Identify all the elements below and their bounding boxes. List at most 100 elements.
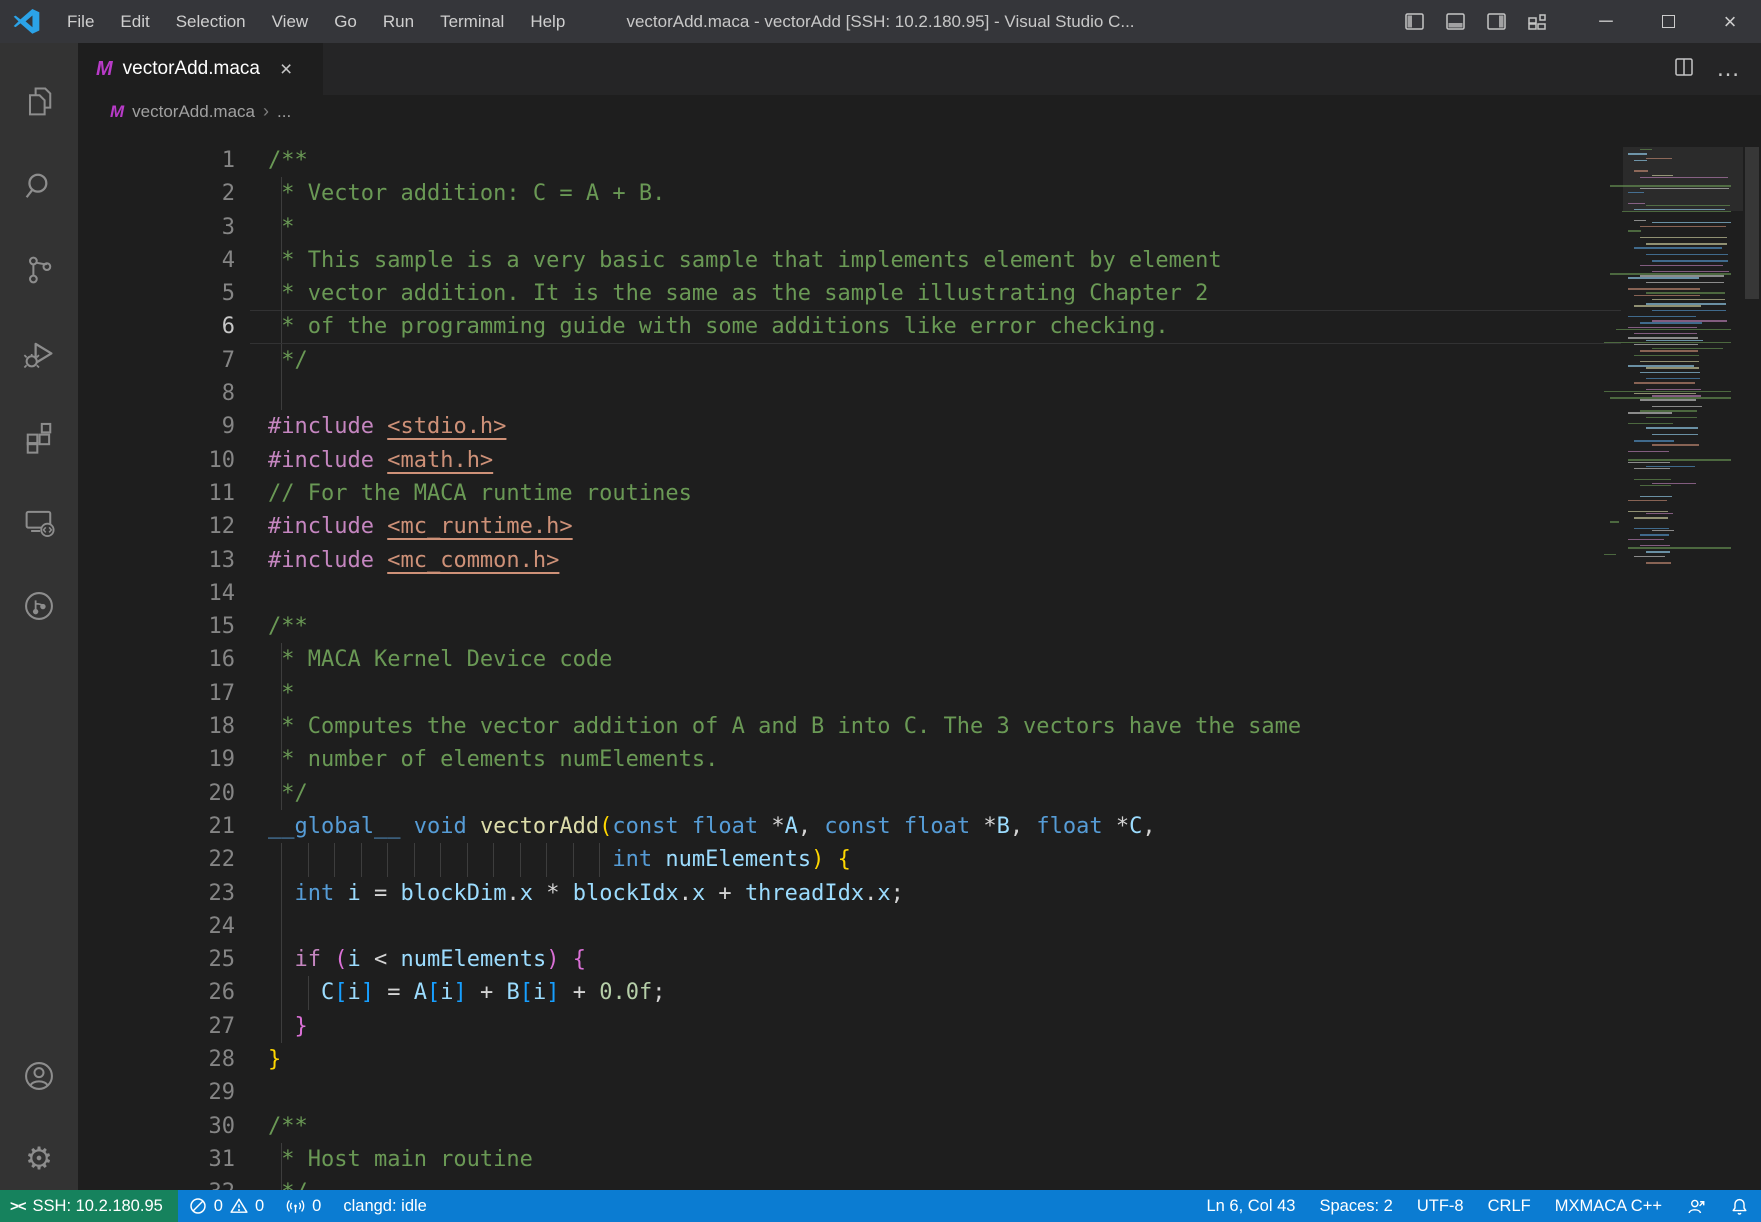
code-text[interactable]: * bbox=[268, 677, 1761, 710]
code-line[interactable]: 11 // For the MACA runtime routines bbox=[78, 477, 1761, 510]
code-line[interactable]: 16 * MACA Kernel Device code bbox=[78, 643, 1761, 676]
code-text[interactable]: #include <mc_common.h> bbox=[268, 544, 1761, 577]
remote-indicator[interactable]: >< SSH: 10.2.180.95 bbox=[0, 1190, 178, 1222]
line-number[interactable]: 16 bbox=[78, 643, 235, 676]
search-icon[interactable] bbox=[0, 144, 78, 228]
code-text[interactable] bbox=[268, 577, 1761, 610]
line-number[interactable]: 29 bbox=[78, 1076, 235, 1109]
code-line[interactable]: 22 int numElements) { bbox=[78, 843, 1761, 876]
editor-scrollbar[interactable] bbox=[1743, 128, 1761, 1190]
minimize-button[interactable]: ─ bbox=[1575, 0, 1637, 43]
menu-view[interactable]: View bbox=[259, 0, 322, 43]
settings-gear-icon[interactable]: ⚙ bbox=[0, 1126, 78, 1190]
maximize-button[interactable] bbox=[1637, 0, 1699, 43]
line-number[interactable]: 21 bbox=[78, 810, 235, 843]
code-text[interactable]: __global__ void vectorAdd(const float *A… bbox=[268, 810, 1761, 843]
code-line[interactable]: 32 */ bbox=[78, 1176, 1761, 1190]
line-number[interactable]: 19 bbox=[78, 743, 235, 776]
toggle-panel-icon[interactable] bbox=[1446, 13, 1465, 30]
code-line[interactable]: 27 } bbox=[78, 1010, 1761, 1043]
code-line[interactable]: 8 bbox=[78, 377, 1761, 410]
code-text[interactable]: */ bbox=[268, 344, 1761, 377]
code-line[interactable]: 26 C[i] = A[i] + B[i] + 0.0f; bbox=[78, 976, 1761, 1009]
code-line[interactable]: 13 #include <mc_common.h> bbox=[78, 544, 1761, 577]
close-tab-icon[interactable]: × bbox=[280, 59, 292, 80]
line-number[interactable]: 6 bbox=[78, 310, 235, 343]
line-number[interactable]: 28 bbox=[78, 1043, 235, 1076]
line-number[interactable]: 1 bbox=[78, 144, 235, 177]
breadcrumb-file[interactable]: vectorAdd.maca bbox=[132, 102, 255, 122]
line-number[interactable]: 4 bbox=[78, 244, 235, 277]
code-text[interactable]: /** bbox=[268, 610, 1761, 643]
indentation-status[interactable]: Spaces: 2 bbox=[1307, 1190, 1404, 1222]
code-line[interactable]: 10#include <math.h> bbox=[78, 444, 1761, 477]
line-number[interactable]: 30 bbox=[78, 1110, 235, 1143]
code-text[interactable]: /** bbox=[268, 144, 1761, 177]
line-number[interactable]: 14 bbox=[78, 577, 235, 610]
code-line[interactable]: 7 */ bbox=[78, 344, 1761, 377]
line-number[interactable]: 11 bbox=[78, 477, 235, 510]
code-line[interactable]: 28} bbox=[78, 1043, 1761, 1076]
code-line[interactable]: 29 bbox=[78, 1076, 1761, 1109]
accounts-icon[interactable] bbox=[0, 1034, 78, 1118]
feedback-status[interactable] bbox=[1674, 1190, 1718, 1222]
line-number[interactable]: 25 bbox=[78, 943, 235, 976]
line-number[interactable]: 12 bbox=[78, 510, 235, 543]
line-number[interactable]: 9 bbox=[78, 410, 235, 443]
eol-status[interactable]: CRLF bbox=[1476, 1190, 1543, 1222]
code-line[interactable]: 31 * Host main routine bbox=[78, 1143, 1761, 1176]
line-number[interactable]: 15 bbox=[78, 610, 235, 643]
ports-status[interactable]: 0 bbox=[275, 1190, 332, 1222]
code-text[interactable]: int i = blockDim.x * blockIdx.x + thread… bbox=[268, 877, 1761, 910]
code-text[interactable] bbox=[268, 377, 1761, 410]
source-control-icon[interactable] bbox=[0, 228, 78, 312]
code-text[interactable]: } bbox=[268, 1010, 1761, 1043]
menu-edit[interactable]: Edit bbox=[107, 0, 162, 43]
code-line[interactable]: 5 * vector addition. It is the same as t… bbox=[78, 277, 1761, 310]
code-line[interactable]: 15 /** bbox=[78, 610, 1761, 643]
code-line[interactable]: 30 /** bbox=[78, 1110, 1761, 1143]
line-number[interactable]: 22 bbox=[78, 843, 235, 876]
line-number[interactable]: 24 bbox=[78, 910, 235, 943]
code-text[interactable] bbox=[268, 1076, 1761, 1109]
code-text[interactable]: * Computes the vector addition of A and … bbox=[268, 710, 1761, 743]
code-editor[interactable]: 1/**2 * Vector addition: C = A + B.3 *4 … bbox=[78, 128, 1761, 1190]
code-text[interactable]: /** bbox=[268, 1110, 1761, 1143]
language-mode-status[interactable]: MXMACA C++ bbox=[1543, 1190, 1674, 1222]
code-line[interactable]: 3 * bbox=[78, 211, 1761, 244]
code-text[interactable]: #include <mc_runtime.h> bbox=[268, 510, 1761, 543]
code-line[interactable]: 17 * bbox=[78, 677, 1761, 710]
code-line[interactable]: 1 /** bbox=[78, 144, 1761, 177]
line-number[interactable]: 26 bbox=[78, 976, 235, 1009]
line-number[interactable]: 23 bbox=[78, 877, 235, 910]
code-text[interactable]: #include <stdio.h> bbox=[268, 410, 1761, 443]
encoding-status[interactable]: UTF-8 bbox=[1405, 1190, 1476, 1222]
split-editor-icon[interactable] bbox=[1674, 57, 1694, 82]
menu-selection[interactable]: Selection bbox=[163, 0, 259, 43]
code-line[interactable]: 4 * This sample is a very basic sample t… bbox=[78, 244, 1761, 277]
run-debug-icon[interactable] bbox=[0, 312, 78, 396]
code-line[interactable]: 2 * Vector addition: C = A + B. bbox=[78, 177, 1761, 210]
more-actions-icon[interactable]: … bbox=[1716, 64, 1741, 74]
code-text[interactable]: // For the MACA runtime routines bbox=[268, 477, 1761, 510]
line-number[interactable]: 2 bbox=[78, 177, 235, 210]
cursor-position[interactable]: Ln 6, Col 43 bbox=[1194, 1190, 1307, 1222]
code-text[interactable]: #include <math.h> bbox=[268, 444, 1761, 477]
code-line[interactable]: 12 #include <mc_runtime.h> bbox=[78, 510, 1761, 543]
code-line[interactable]: 14 bbox=[78, 577, 1761, 610]
close-button[interactable]: × bbox=[1699, 0, 1761, 43]
line-number[interactable]: 5 bbox=[78, 277, 235, 310]
menu-terminal[interactable]: Terminal bbox=[427, 0, 517, 43]
line-number[interactable]: 13 bbox=[78, 544, 235, 577]
code-text[interactable]: * Vector addition: C = A + B. bbox=[268, 177, 1761, 210]
line-number[interactable]: 7 bbox=[78, 344, 235, 377]
code-text[interactable]: * of the programming guide with some add… bbox=[268, 310, 1761, 343]
code-text[interactable] bbox=[268, 910, 1761, 943]
line-number[interactable]: 31 bbox=[78, 1143, 235, 1176]
notifications-status[interactable] bbox=[1718, 1190, 1761, 1222]
extensions-icon[interactable] bbox=[0, 396, 78, 480]
code-text[interactable]: * number of elements numElements. bbox=[268, 743, 1761, 776]
line-number[interactable]: 32 bbox=[78, 1176, 235, 1190]
code-line[interactable]: 23 int i = blockDim.x * blockIdx.x + thr… bbox=[78, 877, 1761, 910]
tab-vectoradd-maca[interactable]: M vectorAdd.maca × bbox=[78, 43, 323, 95]
